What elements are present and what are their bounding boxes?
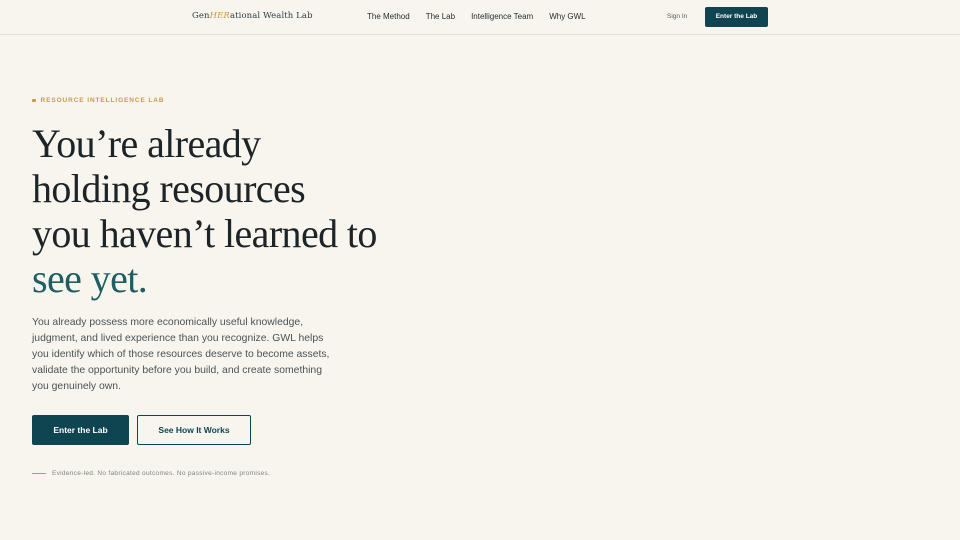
site-header: GenHERational Wealth Lab The Method The … (0, 0, 960, 35)
headline-line-1: You’re already (32, 121, 261, 166)
main-nav: The Method The Lab Intelligence Team Why… (367, 12, 586, 21)
nav-link-the-method[interactable]: The Method (367, 12, 410, 21)
hero-description: You already possess more economically us… (32, 317, 330, 392)
logo-text-rest: ational Wealth Lab (229, 11, 313, 21)
hero-eyebrow: RESOURCE INTELLIGENCE LAB (32, 97, 164, 104)
headline-line-3: you haven’t learned to (32, 211, 377, 256)
header-enter-lab-button[interactable]: Enter the Lab (705, 7, 768, 27)
logo[interactable]: GenHERational Wealth Lab (192, 11, 313, 21)
footnote-divider (32, 473, 46, 474)
footnote-text: Evidence-led. No fabricated outcomes. No… (52, 470, 271, 477)
hero-footnote: Evidence-led. No fabricated outcomes. No… (32, 470, 270, 477)
eyebrow-bullet-icon (32, 98, 36, 103)
headline-line-2: holding resources (32, 166, 306, 211)
sign-in-link[interactable]: Sign In (667, 13, 687, 20)
logo-text-her: HER (209, 11, 230, 21)
see-how-it-works-button[interactable]: See How It Works (137, 415, 251, 445)
nav-link-the-lab[interactable]: The Lab (426, 12, 455, 21)
headline-accent: see yet. (32, 256, 148, 301)
hero-headline: You’re already holding resources you hav… (32, 121, 377, 301)
logo-text-gen: Gen (192, 11, 210, 21)
nav-link-intelligence-team[interactable]: Intelligence Team (471, 12, 533, 21)
nav-link-why-gwl[interactable]: Why GWL (549, 12, 585, 21)
eyebrow-text: RESOURCE INTELLIGENCE LAB (40, 97, 165, 104)
enter-lab-button[interactable]: Enter the Lab (32, 415, 129, 445)
